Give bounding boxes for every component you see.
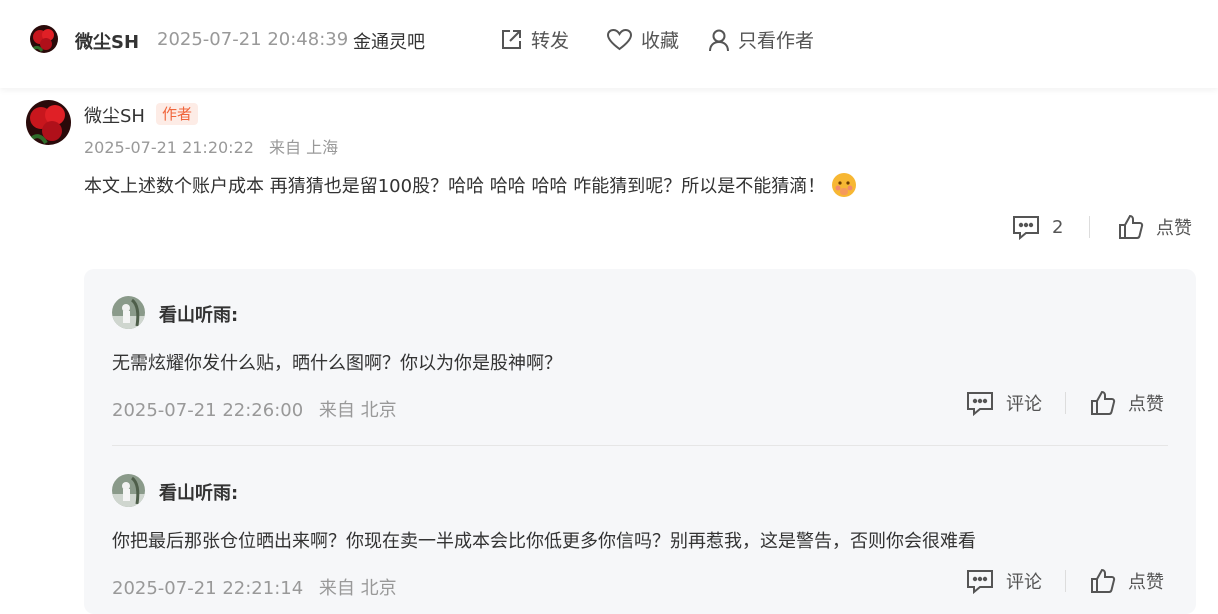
favorite-label: 收藏 bbox=[641, 30, 680, 52]
post-avatar[interactable] bbox=[26, 100, 71, 145]
thumbs-up-icon bbox=[1091, 390, 1116, 415]
reply-timestamp: 2025-07-21 22:21:14 bbox=[112, 578, 304, 599]
action-divider bbox=[1065, 392, 1066, 414]
reply-list: 看山听雨: 无需炫耀你发什么贴，晒什么图啊？你以为你是股神啊？ 2025-07-… bbox=[84, 269, 1196, 614]
thumbs-up-icon bbox=[1091, 568, 1116, 593]
post-actions: 2 点赞 bbox=[1012, 212, 1202, 242]
reply-username[interactable]: 看山听雨: bbox=[159, 301, 238, 327]
reply-separator bbox=[112, 445, 1168, 446]
author-badge: 作者 bbox=[156, 103, 199, 125]
user-avatar[interactable] bbox=[30, 25, 58, 53]
action-divider bbox=[1065, 570, 1066, 592]
favorite-button[interactable]: 收藏 bbox=[606, 26, 679, 53]
reply-actions: 评论 点赞 bbox=[966, 568, 1176, 598]
reply-avatar[interactable] bbox=[112, 296, 145, 329]
like-button[interactable]: 点赞 bbox=[1118, 214, 1192, 240]
action-divider bbox=[1089, 216, 1090, 238]
reply-text: 无需炫耀你发什么贴，晒什么图啊？你以为你是股神啊？ bbox=[112, 353, 562, 374]
author-only-label: 只看作者 bbox=[738, 30, 815, 52]
comment-icon bbox=[1013, 216, 1039, 240]
reply-timestamp: 2025-07-21 22:26:00 bbox=[112, 400, 304, 421]
reply-comment-label: 评论 bbox=[1006, 572, 1042, 593]
header-username[interactable]: 微尘SH bbox=[75, 28, 139, 54]
reply-like-label: 点赞 bbox=[1128, 572, 1164, 593]
reply-actions: 评论 点赞 bbox=[966, 390, 1176, 420]
like-label: 点赞 bbox=[1156, 218, 1192, 239]
share-label: 转发 bbox=[531, 30, 570, 52]
comment-icon bbox=[967, 570, 993, 594]
comment-count-button[interactable]: 2 bbox=[1012, 214, 1063, 240]
comment-icon bbox=[967, 392, 993, 416]
reply-like-button[interactable]: 点赞 bbox=[1090, 390, 1164, 416]
author-only-button[interactable]: 只看作者 bbox=[708, 26, 814, 53]
reply-like-button[interactable]: 点赞 bbox=[1090, 568, 1164, 594]
post-location: 来自 上海 bbox=[269, 138, 339, 157]
post-header: 微尘SH 2025-07-21 20:48:39 金通灵吧 转发 收藏 只看作者 bbox=[0, 0, 1218, 88]
reply-meta: 2025-07-21 22:26:00 来自 北京 bbox=[112, 396, 397, 422]
reply-comment-button[interactable]: 评论 bbox=[966, 568, 1042, 594]
post-body: 本文上述数个账户成本 再猜猜也是留100股？哈哈 哈哈 哈哈 咋能猜到呢？所以是… bbox=[84, 172, 857, 198]
share-icon bbox=[502, 29, 521, 49]
reply-comment-button[interactable]: 评论 bbox=[966, 390, 1042, 416]
user-icon bbox=[709, 29, 729, 51]
reply-location: 来自 北京 bbox=[318, 578, 397, 599]
reply-location: 来自 北京 bbox=[318, 400, 397, 421]
reply-like-label: 点赞 bbox=[1128, 394, 1164, 415]
reply-avatar[interactable] bbox=[112, 474, 145, 507]
bar-name-link[interactable]: 金通灵吧 bbox=[353, 28, 425, 54]
post-username[interactable]: 微尘SH bbox=[84, 102, 145, 128]
comment-count: 2 bbox=[1052, 216, 1064, 238]
reply-comment-label: 评论 bbox=[1006, 394, 1042, 415]
reply-username[interactable]: 看山听雨: bbox=[159, 479, 238, 505]
reply-meta: 2025-07-21 22:21:14 来自 北京 bbox=[112, 574, 397, 600]
post-text: 本文上述数个账户成本 再猜猜也是留100股？哈哈 哈哈 哈哈 咋能猜到呢？所以是… bbox=[84, 176, 826, 197]
post-meta: 2025-07-21 21:20:22 来自 上海 bbox=[84, 134, 338, 158]
heart-icon bbox=[606, 28, 633, 50]
thumbs-up-icon bbox=[1119, 214, 1144, 239]
post-timestamp: 2025-07-21 21:20:22 bbox=[84, 138, 254, 157]
reply-text: 你把最后那张仓位晒出来啊？你现在卖一半成本会比你低更多你信吗？别再惹我，这是警告… bbox=[112, 531, 976, 552]
share-button[interactable]: 转发 bbox=[499, 26, 569, 53]
emoji-icon bbox=[832, 173, 857, 197]
header-timestamp: 2025-07-21 20:48:39 bbox=[157, 29, 349, 50]
